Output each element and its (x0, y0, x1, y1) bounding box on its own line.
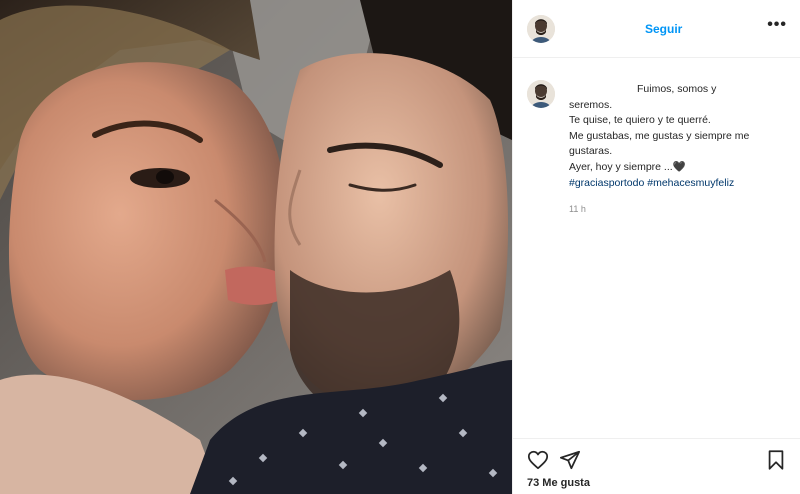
caption-avatar-icon[interactable] (527, 80, 555, 108)
instagram-post: Seguir ••• Fuimos, somos y seremos. Te q… (0, 0, 800, 494)
caption-line: gustaras. (569, 145, 613, 158)
hashtag-link[interactable]: #mehacesmuyfeliz (647, 177, 734, 189)
share-icon[interactable] (559, 449, 581, 471)
post-actions: 73 Me gusta (513, 438, 800, 494)
profile-avatar-icon[interactable] (527, 15, 555, 43)
post-timestamp[interactable]: 11 h (569, 204, 586, 214)
likes-count[interactable]: 73 Me gusta (527, 477, 590, 489)
follow-button[interactable]: Seguir (645, 22, 682, 36)
caption-line: Me gustabas, me gustas y siempre me (569, 129, 750, 142)
bookmark-icon[interactable] (765, 449, 787, 471)
caption-line: Ayer, hoy y siempre ...🖤 (569, 160, 686, 173)
post-photo[interactable] (0, 0, 512, 494)
more-options-icon[interactable]: ••• (767, 16, 787, 34)
post-header: Seguir ••• (513, 0, 800, 58)
post-sidebar: Seguir ••• Fuimos, somos y seremos. Te q… (512, 0, 800, 494)
hashtag-link[interactable]: #graciasportodo (569, 177, 644, 189)
caption-line: Fuimos, somos y (637, 83, 717, 95)
caption-text: Fuimos, somos y seremos. Te quise, te qu… (569, 82, 795, 191)
heart-icon[interactable] (527, 449, 549, 471)
hashtag-list: #graciasportodo #mehacesmuyfeliz (569, 176, 795, 192)
caption-line: seremos. (569, 98, 613, 111)
caption-line: Te quise, te quiero y te querré. (569, 114, 711, 127)
post-caption: Fuimos, somos y seremos. Te quise, te qu… (513, 58, 800, 438)
